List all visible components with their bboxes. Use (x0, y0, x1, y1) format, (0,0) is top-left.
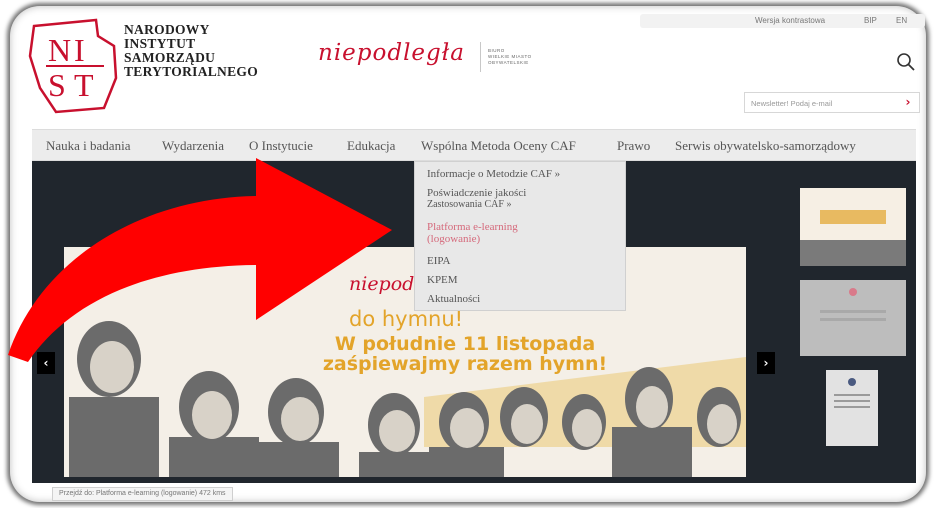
svg-text:N: N (48, 32, 71, 68)
menu-item-platforma-elearning[interactable]: Platforma e-learning (427, 222, 518, 233)
bip-link[interactable]: BIP (864, 16, 877, 25)
campaign-small-text: BIURO WIELKIE MIASTO OBYWATELSKIE (488, 48, 532, 65)
menu-item-zastosowania[interactable]: Zastosowania CAF » (427, 199, 511, 210)
svg-text:T: T (74, 67, 94, 103)
menu-item-poswiadczenie[interactable]: Poświadczenie jakości (427, 188, 526, 199)
caf-dropdown-menu: Informacje o Metodzie CAF » Poświadczeni… (414, 161, 626, 311)
chevron-right-icon[interactable]: › (901, 95, 915, 110)
newsletter-form: › (744, 92, 920, 113)
menu-item-aktualnosci[interactable]: Aktualności (427, 294, 480, 305)
menu-item-informacje[interactable]: Informacje o Metodzie CAF » (427, 169, 560, 180)
thumbnail-3[interactable] (826, 370, 878, 446)
slider-next-button[interactable]: › (757, 352, 775, 374)
institute-name[interactable]: NARODOWY INSTYTUT SAMORZĄDU TERYTORIALNE… (124, 23, 284, 79)
newsletter-email-input[interactable] (751, 96, 891, 110)
contrast-version-link[interactable]: Wersja kontrastowa (755, 16, 825, 25)
nist-logo-icon[interactable]: N I S T (26, 16, 122, 114)
divider (480, 42, 481, 72)
svg-text:I: I (74, 32, 85, 68)
menu-item-logowanie[interactable]: (logowanie) (427, 234, 480, 245)
top-links-bar: Wersja kontrastowa BIP EN (640, 14, 925, 28)
menu-item-kpem[interactable]: KPEM (427, 275, 458, 286)
nav-item-caf[interactable]: Wspólna Metoda Oceny CAF (421, 138, 576, 154)
browser-status-bar: Przejdź do: Platforma e-learning (logowa… (52, 487, 233, 501)
search-icon[interactable] (896, 52, 916, 72)
niepodlegla-logo[interactable]: niepodległa (318, 40, 465, 66)
svg-text:S: S (48, 67, 66, 103)
annotation-arrow-icon (8, 158, 392, 362)
thumbnail-1[interactable] (800, 188, 906, 266)
language-link[interactable]: EN (896, 16, 907, 25)
thumbnail-2[interactable] (800, 280, 906, 356)
menu-item-eipa[interactable]: EIPA (427, 256, 450, 267)
nav-item-prawo[interactable]: Prawo (617, 138, 650, 154)
nav-item-serwis[interactable]: Serwis obywatelsko-samorządowy (675, 138, 856, 154)
